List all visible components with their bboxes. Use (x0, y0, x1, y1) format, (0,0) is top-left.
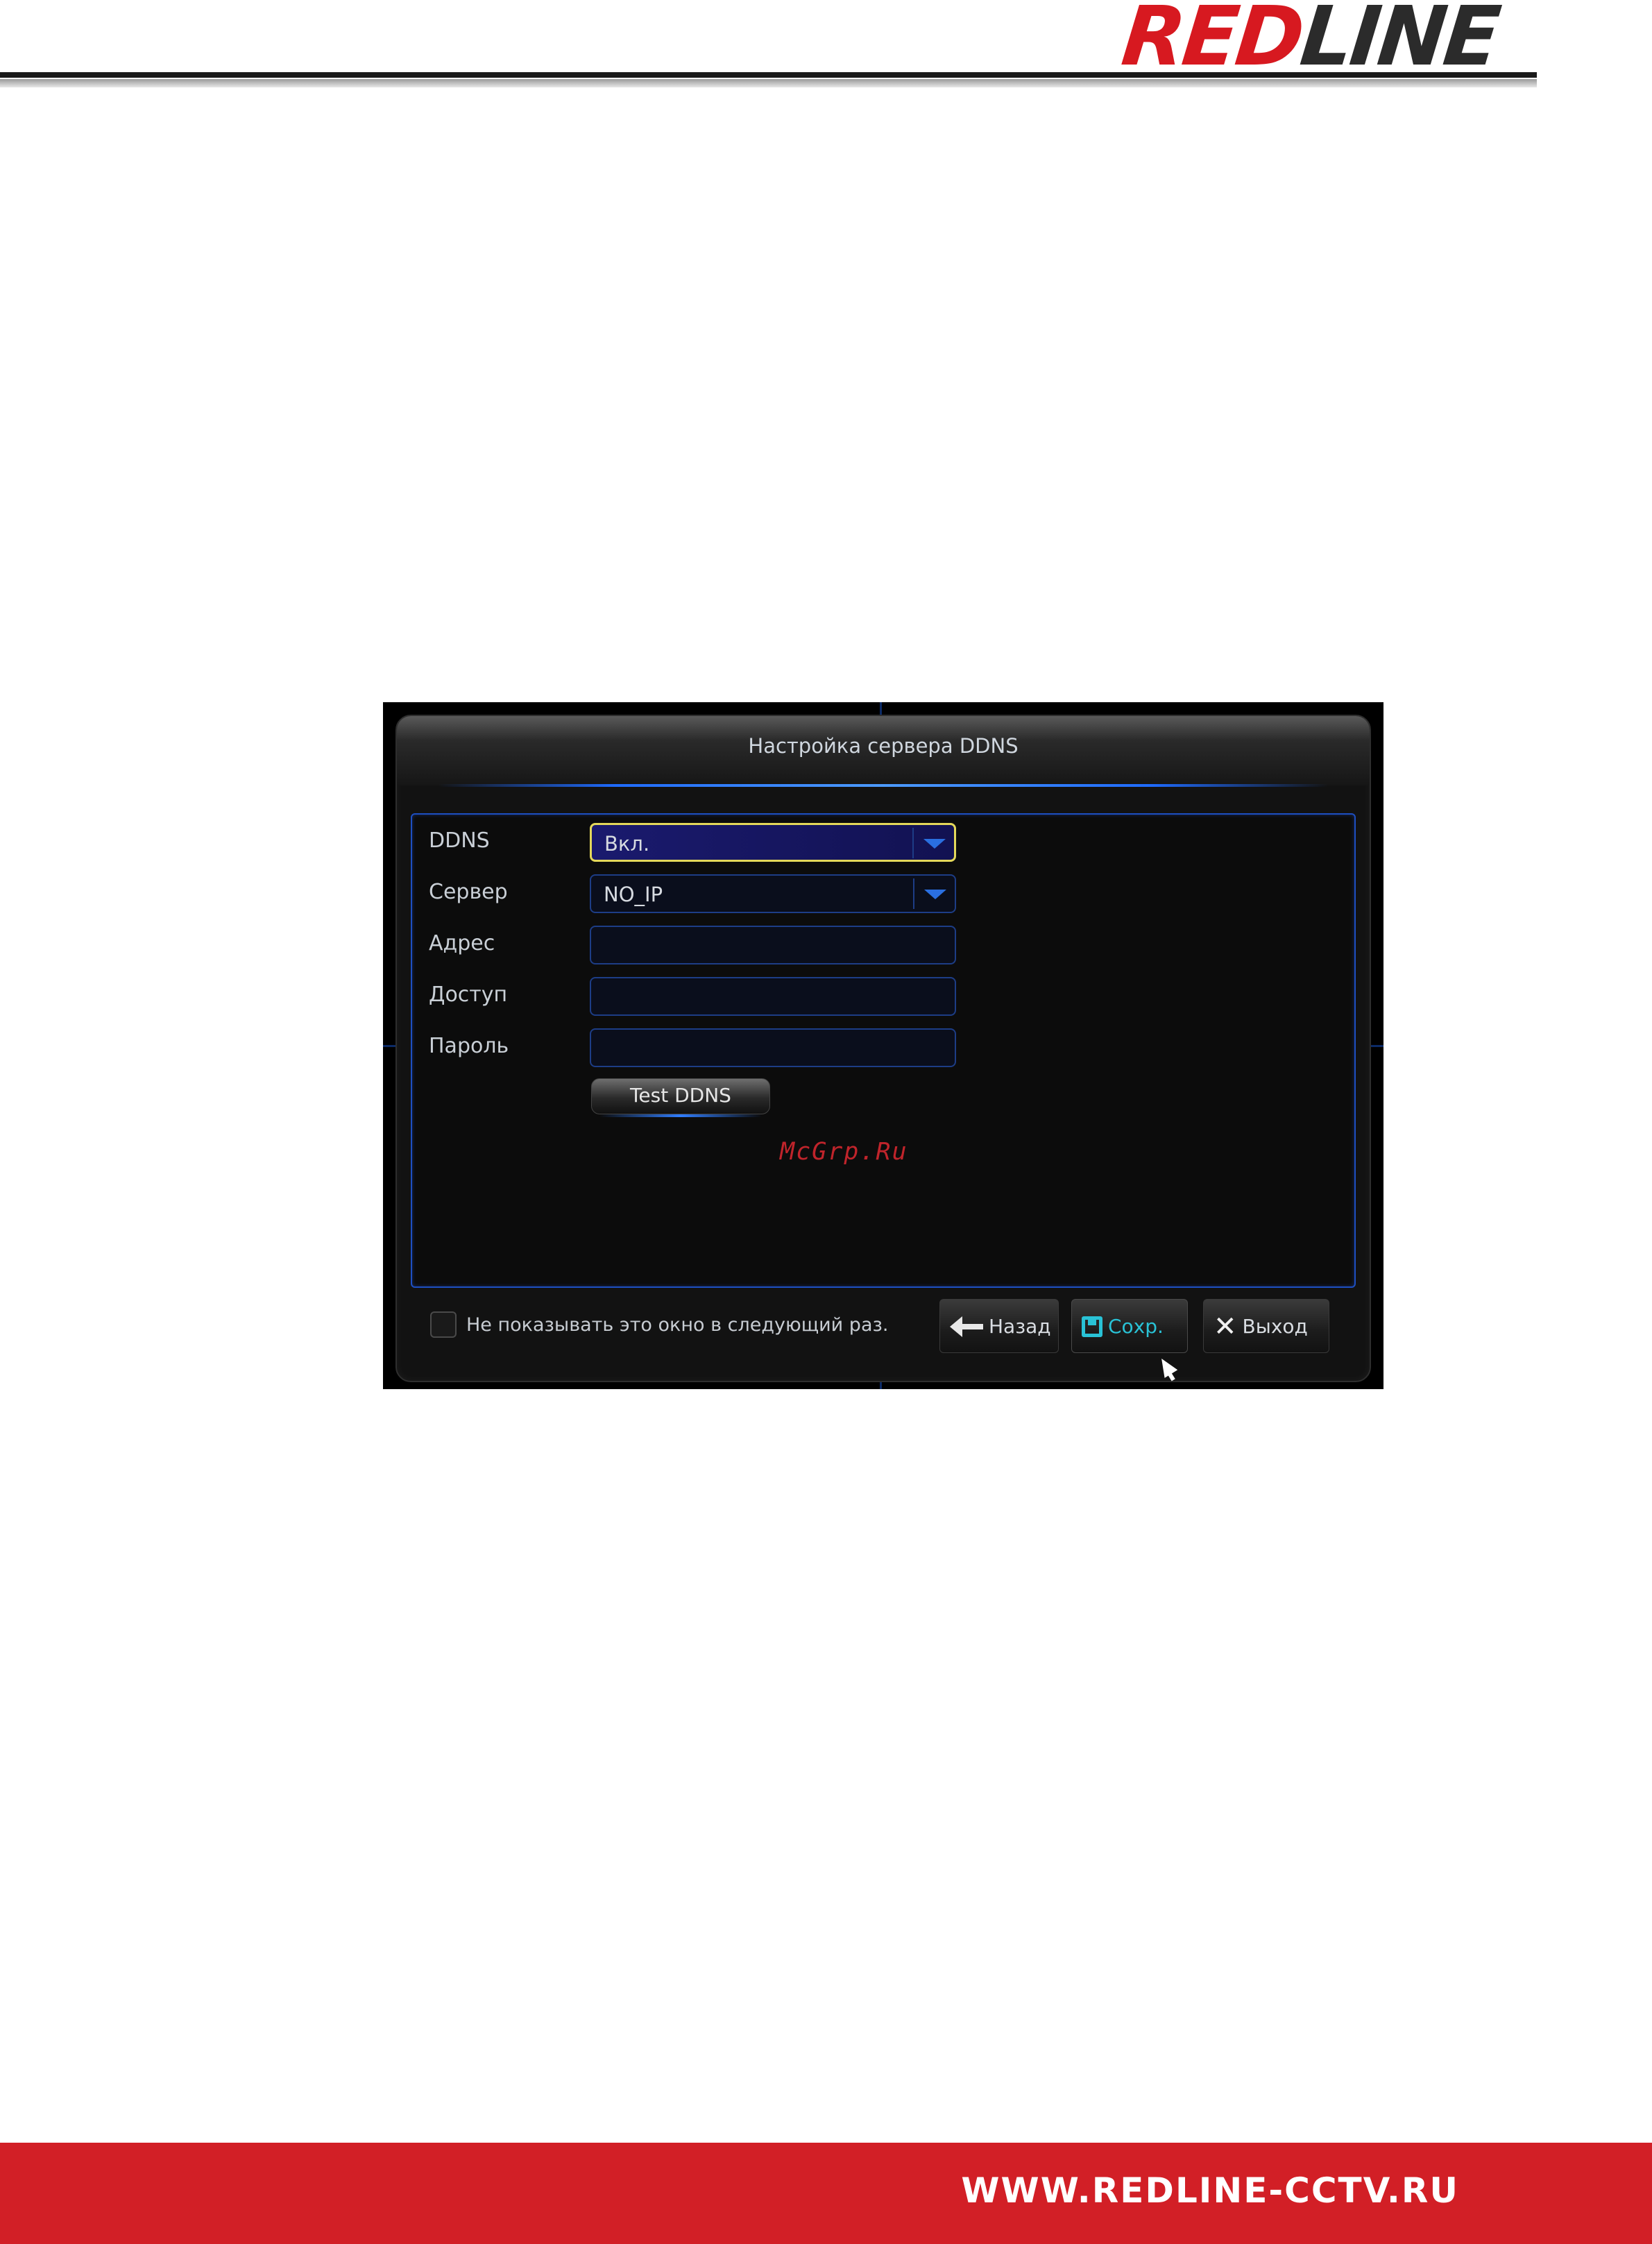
password-label: Пароль (429, 1034, 509, 1058)
chevron-down-icon[interactable] (923, 839, 946, 849)
save-label: Сохр. (1108, 1315, 1164, 1338)
close-icon: ✕ (1214, 1311, 1237, 1343)
header-rule (0, 72, 1537, 78)
logo-part-dark: LINE (1296, 0, 1503, 84)
password-input[interactable] (590, 1028, 956, 1067)
dropdown-separator (912, 828, 914, 858)
dropdown-separator (913, 878, 914, 909)
address-label: Адрес (429, 931, 495, 955)
save-button[interactable]: Сохр. (1071, 1299, 1188, 1353)
logo-part-red: RED (1117, 0, 1306, 84)
server-value: NO_IP (604, 883, 663, 906)
back-button[interactable]: Назад (939, 1299, 1059, 1353)
ddns-settings-dialog: Настройка сервера DDNS DDNS Вкл. Сервер … (395, 715, 1371, 1382)
save-icon (1082, 1316, 1102, 1337)
ddns-dropdown[interactable]: Вкл. (590, 823, 956, 862)
server-label: Сервер (429, 880, 508, 904)
test-ddns-button[interactable]: Test DDNS (591, 1078, 770, 1114)
settings-panel: DDNS Вкл. Сервер NO_IP Адрес Доступ Паро… (411, 813, 1356, 1288)
redline-logo: REDLINE (1118, 0, 1502, 84)
footer-website-url: WWW.REDLINE-CCTV.RU (961, 2170, 1459, 2211)
ddns-label: DDNS (429, 828, 490, 853)
arrow-left-icon (950, 1316, 983, 1337)
dont-show-label: Не показывать это окно в следующий раз. (466, 1314, 889, 1336)
exit-label: Выход (1242, 1315, 1308, 1338)
address-input[interactable] (590, 926, 956, 964)
chevron-down-icon[interactable] (924, 890, 946, 899)
back-label: Назад (989, 1315, 1051, 1338)
dialog-title: Настройка сервера DDNS (748, 734, 1019, 758)
title-underline-glow (438, 784, 1328, 787)
footer-band: WWW.REDLINE-CCTV.RU (0, 2143, 1652, 2244)
header-rule-shadow (0, 79, 1537, 87)
test-button-glow (599, 1114, 762, 1117)
dont-show-checkbox[interactable] (430, 1311, 457, 1338)
ddns-value: Вкл. (604, 832, 650, 856)
dialog-titlebar: Настройка сервера DDNS (397, 716, 1370, 785)
server-dropdown[interactable]: NO_IP (590, 874, 956, 913)
access-label: Доступ (429, 983, 508, 1007)
exit-button[interactable]: ✕ Выход (1203, 1299, 1329, 1353)
watermark-text: McGrp.Ru (780, 1138, 908, 1166)
access-input[interactable] (590, 977, 956, 1016)
dvr-screenshot: Настройка сервера DDNS DDNS Вкл. Сервер … (383, 702, 1383, 1389)
